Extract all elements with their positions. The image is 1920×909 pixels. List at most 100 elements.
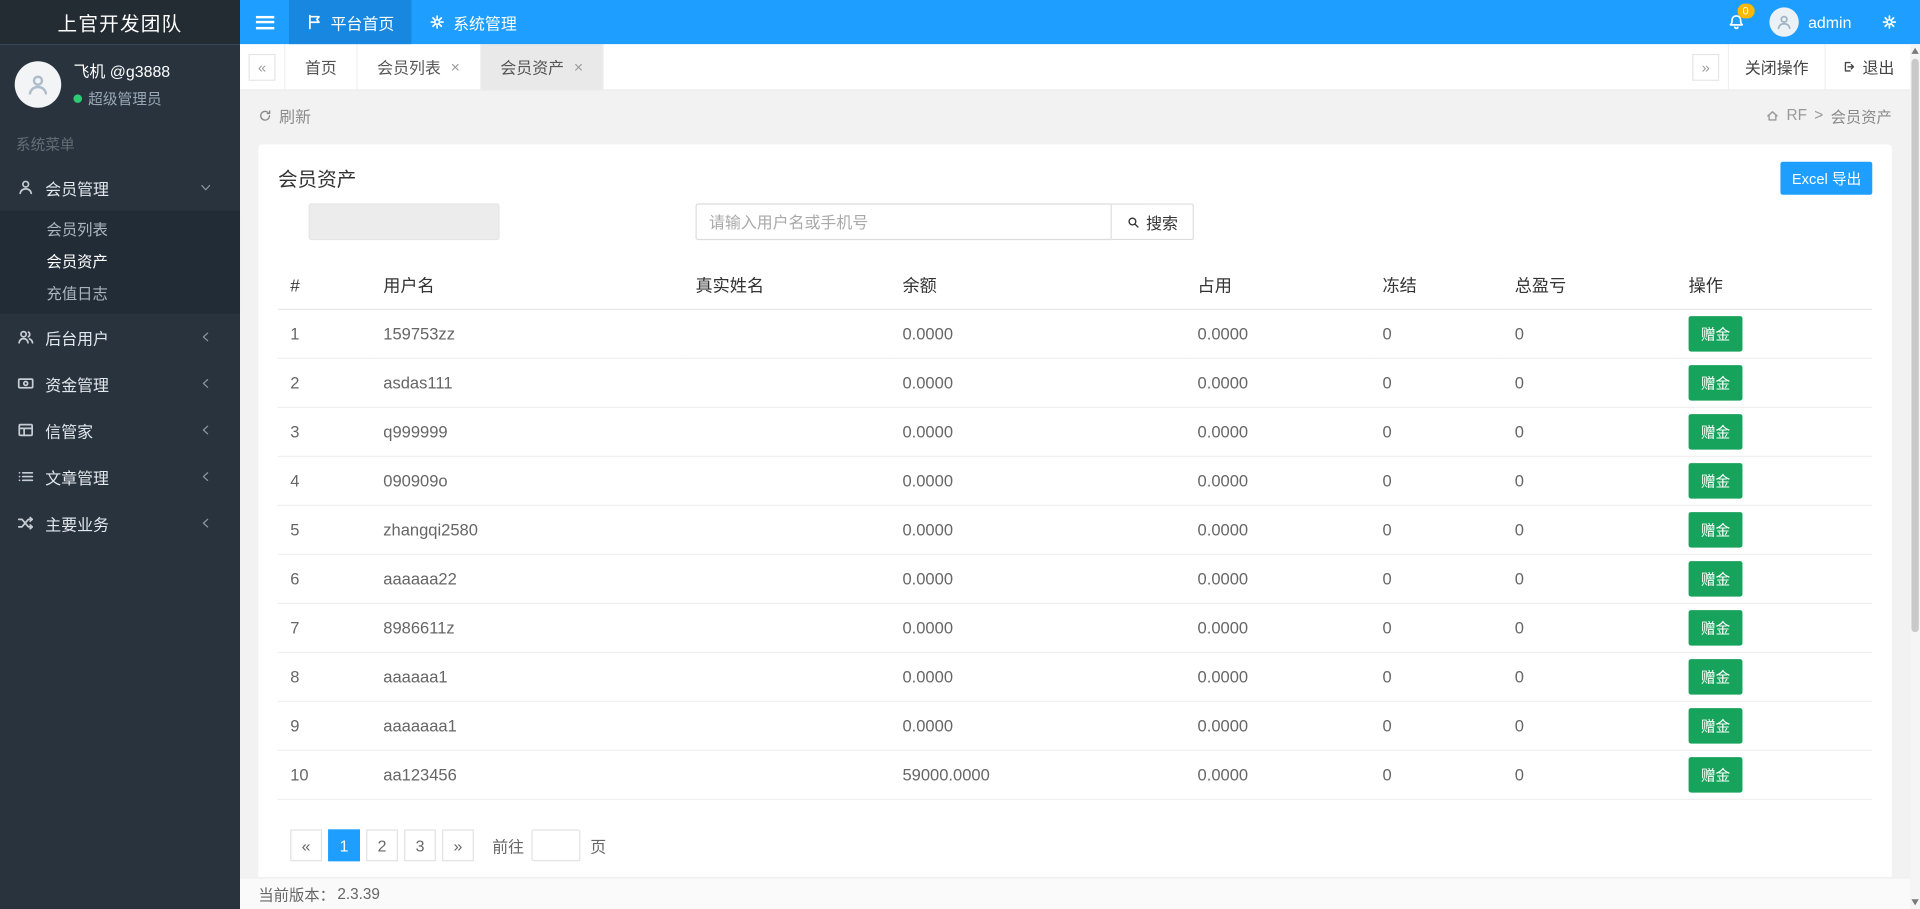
sidebar-toggle-button[interactable] <box>240 0 289 44</box>
scrollbar-thumb[interactable] <box>1911 58 1919 633</box>
profile-name: 飞机 @g3888 <box>73 62 171 81</box>
nav-item-system-management[interactable]: 系统管理 <box>411 0 533 44</box>
cell-realname <box>683 358 891 408</box>
cell-frozen: 0 <box>1370 603 1503 653</box>
close-icon[interactable]: × <box>574 58 583 76</box>
scrollbar-up-arrow[interactable] <box>1911 47 1919 54</box>
table-row: 10 aa123456 59000.0000 0.0000 0 0 赠金 <box>277 750 1873 800</box>
grant-bonus-button[interactable]: 赠金 <box>1688 316 1743 352</box>
grant-bonus-button[interactable]: 赠金 <box>1688 659 1743 695</box>
cell-index: 1 <box>277 309 372 359</box>
close-icon[interactable]: × <box>451 58 460 76</box>
member-management-submenu: 会员列表 会员资产 充值日志 <box>0 210 241 314</box>
pagination-prev-button[interactable]: « <box>290 829 323 862</box>
grant-bonus-button[interactable]: 赠金 <box>1688 561 1743 597</box>
cell-index: 10 <box>277 750 372 800</box>
cell-realname <box>683 701 891 751</box>
submenu-item-recharge-log[interactable]: 充值日志 <box>0 278 240 310</box>
grant-bonus-button[interactable]: 赠金 <box>1688 757 1743 793</box>
pagination-page-2[interactable]: 2 <box>366 829 398 862</box>
grant-bonus-button[interactable]: 赠金 <box>1688 512 1743 548</box>
tab-member-assets[interactable]: 会员资产 × <box>480 44 604 90</box>
menu-section-label: 系统菜单 <box>15 135 75 154</box>
tab-label: 首页 <box>304 58 337 78</box>
nav-item-platform-home[interactable]: 平台首页 <box>288 0 412 45</box>
cell-balance: 0.0000 <box>890 407 1186 457</box>
table-row: 4 090909o 0.0000 0.0000 0 0 赠金 <box>277 456 1873 506</box>
cell-username: aaaaaaa1 <box>371 701 684 751</box>
cell-action: 赠金 <box>1676 554 1873 604</box>
cell-profit: 0 <box>1502 554 1677 604</box>
logout-label: 退出 <box>1862 58 1895 78</box>
cell-username: 090909o <box>371 456 684 506</box>
cell-profit: 0 <box>1502 652 1677 702</box>
filter-input[interactable] <box>308 203 500 241</box>
tab-member-list[interactable]: 会员列表 × <box>358 44 481 90</box>
cell-index: 7 <box>277 603 372 653</box>
menu-item-main-business[interactable]: 主要业务 <box>0 500 240 547</box>
search-button[interactable]: 搜索 <box>1111 203 1194 241</box>
cell-action: 赠金 <box>1676 358 1873 408</box>
grant-bonus-button[interactable]: 赠金 <box>1688 365 1743 401</box>
cell-profit: 0 <box>1502 309 1677 359</box>
gear-icon <box>429 13 446 30</box>
notifications-bell[interactable]: 0 <box>1713 0 1760 44</box>
username-label[interactable]: admin <box>1808 13 1851 31</box>
notification-badge: 0 <box>1737 3 1755 19</box>
cell-profit: 0 <box>1502 505 1677 555</box>
cell-balance: 0.0000 <box>890 603 1186 653</box>
submenu-item-member-list[interactable]: 会员列表 <box>0 214 240 246</box>
scrollbar[interactable] <box>1910 44 1920 909</box>
column-header-index: # <box>277 262 372 310</box>
cell-frozen: 0 <box>1370 701 1503 751</box>
cell-action: 赠金 <box>1676 407 1873 457</box>
search-input[interactable] <box>695 203 1112 241</box>
pagination-page-1[interactable]: 1 <box>328 829 361 862</box>
home-icon <box>1766 108 1779 121</box>
column-header-action: 操作 <box>1676 262 1873 310</box>
menu-item-backend-users[interactable]: 后台用户 <box>0 314 240 361</box>
excel-export-button[interactable]: Excel 导出 <box>1780 161 1873 195</box>
cell-frozen: 0 <box>1370 652 1503 702</box>
scrollbar-down-arrow[interactable] <box>1911 899 1919 906</box>
column-header-profit: 总盈亏 <box>1502 262 1677 310</box>
navbar-right: 0 admin <box>1713 0 1920 44</box>
refresh-button[interactable]: 刷新 <box>258 104 311 127</box>
filter-row: 搜索 <box>278 203 1872 241</box>
breadcrumb-current: 会员资产 <box>1830 108 1892 126</box>
user-avatar[interactable] <box>1768 7 1799 37</box>
column-header-balance: 余额 <box>890 262 1186 310</box>
cell-profit: 0 <box>1502 701 1677 751</box>
version-value: 2.3.39 <box>337 885 380 903</box>
online-status-dot <box>73 94 83 103</box>
column-header-frozen: 冻结 <box>1370 262 1503 310</box>
menu-item-label: 会员管理 <box>45 179 109 198</box>
menu-item-xin-guanjia[interactable]: 信管家 <box>0 407 240 454</box>
close-operations-button[interactable]: 关闭操作 <box>1727 44 1825 90</box>
settings-button[interactable] <box>1871 13 1908 30</box>
cell-action: 赠金 <box>1676 505 1873 555</box>
grant-bonus-button[interactable]: 赠金 <box>1688 414 1743 450</box>
cell-realname <box>683 505 891 555</box>
menu-item-article-management[interactable]: 文章管理 <box>0 453 240 500</box>
grant-bonus-button[interactable]: 赠金 <box>1688 463 1743 499</box>
menu-item-member-management[interactable]: 会员管理 <box>0 164 240 211</box>
tab-home[interactable]: 首页 <box>284 44 358 90</box>
menu-item-funds-management[interactable]: 资金管理 <box>0 360 240 407</box>
gear-icon <box>1881 13 1898 30</box>
submenu-item-member-assets[interactable]: 会员资产 <box>0 246 240 278</box>
logout-button[interactable]: 退出 <box>1824 44 1911 90</box>
tab-scroll-left-button[interactable]: « <box>248 53 276 81</box>
grant-bonus-button[interactable]: 赠金 <box>1688 708 1743 744</box>
nav-item-label: 平台首页 <box>330 14 395 33</box>
tab-scroll-right-button[interactable]: » <box>1692 53 1720 81</box>
pagination-page-3[interactable]: 3 <box>404 829 436 862</box>
pagination-next-button[interactable]: » <box>442 829 474 862</box>
cell-frozen: 0 <box>1370 505 1503 555</box>
cell-occupied: 0.0000 <box>1185 701 1371 751</box>
pagination-goto-label: 前往 <box>492 837 525 856</box>
cell-action: 赠金 <box>1676 701 1873 751</box>
cell-balance: 0.0000 <box>890 358 1186 408</box>
grant-bonus-button[interactable]: 赠金 <box>1688 610 1743 646</box>
pagination-goto-input[interactable] <box>531 829 581 862</box>
